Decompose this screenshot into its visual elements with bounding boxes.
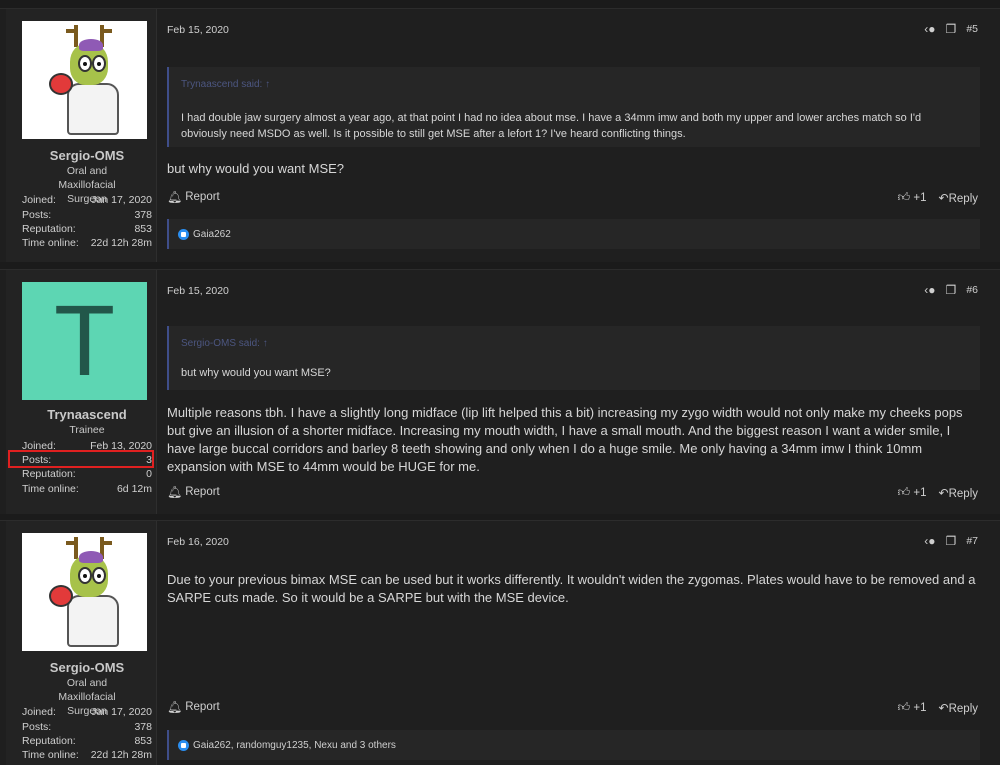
arrow-up-circle-icon[interactable]: ↑ [265,79,270,90]
reply-icon: ↶ [938,700,949,715]
stat-time-online: Time online: 22d 12h 28m [22,749,152,761]
reactions-bar[interactable]: Gaia262, randomguy1235, Nexu and 3 other… [167,730,980,760]
post-number[interactable]: #7 [966,535,978,547]
stat-reputation: Reputation: 853 [22,223,152,235]
stat-reputation: Reputation: 0 [22,468,152,480]
post-body: Due to your previous bimax MSE can be us… [167,572,976,605]
quote-text: but why would you want MSE? [181,367,331,379]
reactions-bar[interactable]: Gaia262 [167,219,980,249]
post-footer-actions: 👍︎ +1 ↶Reply [898,485,978,500]
quote-block: Trynaascend said: ↑ I had double jaw sur… [167,67,980,147]
post-date[interactable]: Feb 16, 2020 [167,536,229,548]
stat-posts: Posts: 378 [22,209,152,221]
avatar[interactable] [22,21,147,139]
stat-time-online: Time online: 6d 12m [22,483,152,495]
post-footer-actions: 👍︎ +1 ↶Reply [898,190,978,205]
avatar[interactable] [22,533,147,651]
stat-joined: Joined: Jan 17, 2020 [22,194,152,206]
thumbs-up-icon: 👍︎ [897,700,911,714]
post-number[interactable]: #6 [966,284,978,296]
username[interactable]: Sergio-OMS [6,148,168,163]
bell-icon: 🔔︎ [167,485,183,499]
username[interactable]: Sergio-OMS [6,660,168,675]
like-reaction-icon [178,739,189,751]
arrow-up-circle-icon[interactable]: ↑ [263,338,268,349]
post-date[interactable]: Feb 15, 2020 [167,285,229,297]
report-link[interactable]: 🔔︎ Report [167,485,220,499]
post-5: Sergio-OMS Oral and Maxillofacial Surgeo… [0,8,1000,262]
like-reaction-icon [178,228,189,240]
post-date[interactable]: Feb 15, 2020 [167,24,229,36]
stat-time-online: Time online: 22d 12h 28m [22,237,152,249]
user-title: Trainee [69,424,105,436]
reply-button[interactable]: ↶Reply [939,191,978,205]
highlight-box [8,450,154,468]
reply-icon: ↶ [938,485,949,500]
user-cell: Sergio-OMS Oral and Maxillofacial Surgeo… [6,521,157,765]
post-actions: ‹● ❐ #6 [924,283,978,297]
like-button[interactable]: 👍︎ +1 [898,700,927,715]
post-6: T Trynaascend Trainee Joined: Feb 13, 202… [0,269,1000,514]
report-link[interactable]: 🔔︎ Report [167,190,220,204]
quote-author[interactable]: Trynaascend said: ↑ [181,79,270,90]
bell-icon: 🔔︎ [167,700,183,714]
thumbs-up-icon: 👍︎ [897,485,911,499]
user-cell: T Trynaascend Trainee Joined: Feb 13, 202… [6,270,157,514]
post-actions: ‹● ❐ #7 [924,534,978,548]
quote-block: Sergio-OMS said: ↑ but why would you wan… [167,326,980,390]
post-actions: ‹● ❐ #5 [924,22,978,36]
avatar[interactable]: T [22,282,147,400]
like-button[interactable]: 👍︎ +1 [898,190,927,205]
share-icon[interactable]: ‹● [924,283,935,297]
bookmark-icon[interactable]: ❐ [946,283,957,297]
share-icon[interactable]: ‹● [924,534,935,548]
reactions-users[interactable]: Gaia262 [193,229,231,240]
reactions-users[interactable]: Gaia262, randomguy1235, Nexu and 3 other… [193,740,396,751]
bookmark-icon[interactable]: ❐ [946,534,957,548]
share-icon[interactable]: ‹● [924,22,935,36]
stat-reputation: Reputation: 853 [22,735,152,747]
stat-joined: Joined: Jan 17, 2020 [22,706,152,718]
like-button[interactable]: 👍︎ +1 [898,485,927,500]
bookmark-icon[interactable]: ❐ [946,22,957,36]
user-cell: Sergio-OMS Oral and Maxillofacial Surgeo… [6,9,157,262]
reply-button[interactable]: ↶Reply [939,486,978,500]
reply-button[interactable]: ↶Reply [939,701,978,715]
stat-posts: Posts: 378 [22,721,152,733]
post-body: Multiple reasons tbh. I have a slightly … [167,405,963,474]
quote-text: I had double jaw surgery almost a year a… [181,112,922,140]
post-number[interactable]: #5 [966,23,978,35]
report-link[interactable]: 🔔︎ Report [167,700,220,714]
thumbs-up-icon: 👍︎ [897,190,911,204]
bell-icon: 🔔︎ [167,190,183,204]
post-body: but why would you want MSE? [167,161,345,176]
username[interactable]: Trynaascend [6,407,168,422]
post-footer-actions: 👍︎ +1 ↶Reply [898,700,978,715]
reply-icon: ↶ [938,190,949,205]
quote-author[interactable]: Sergio-OMS said: ↑ [181,338,268,349]
post-7: Sergio-OMS Oral and Maxillofacial Surgeo… [0,520,1000,765]
avatar-letter: T [53,285,116,397]
